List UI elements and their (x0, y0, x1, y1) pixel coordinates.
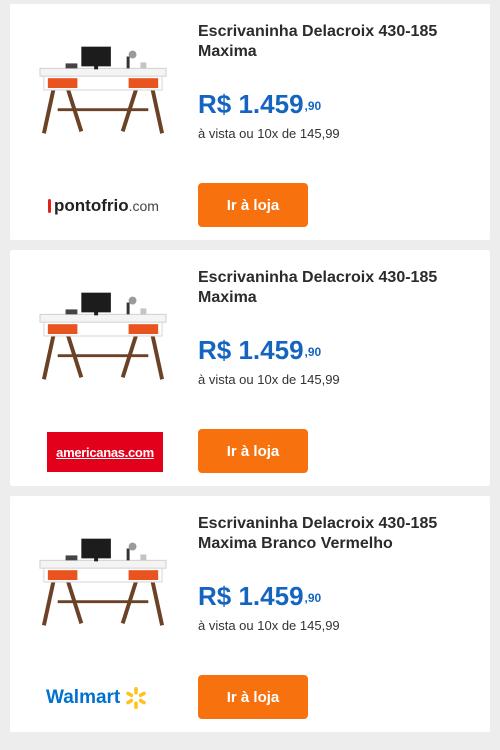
offer-card-walmart: Escrivaninha Delacroix 430-185 Maxima Br… (10, 496, 490, 732)
installments-text: à vista ou 10x de 145,99 (198, 372, 340, 387)
offer-card-pontofrio: Escrivaninha Delacroix 430-185 Maxima R$… (10, 4, 490, 240)
pontofrio-mark-icon (48, 199, 51, 213)
product-price: R$ 1.459,90 (198, 581, 321, 611)
price-cents: ,90 (304, 99, 322, 113)
desk-product-image (38, 290, 168, 382)
pontofrio-logo-text: pontofrio (54, 196, 129, 215)
product-title: Escrivaninha Delacroix 430-185 Maxima (198, 23, 438, 60)
go-to-store-button[interactable]: Ir à loja (198, 675, 308, 719)
go-to-store-button[interactable]: Ir à loja (198, 429, 308, 473)
product-title: Escrivaninha Delacroix 430-185 Maxima Br… (198, 515, 438, 552)
desk-product-image (38, 536, 168, 628)
price-main: R$ 1.459 (198, 335, 304, 365)
product-title: Escrivaninha Delacroix 430-185 Maxima (198, 269, 438, 306)
price-main: R$ 1.459 (198, 89, 304, 119)
price-cents: ,90 (304, 345, 322, 359)
americanas-logo-text: americanas.com (56, 444, 154, 460)
price-cents: ,90 (304, 591, 322, 605)
product-price: R$ 1.459,90 (198, 335, 321, 365)
americanas-logo: americanas.com (47, 432, 163, 472)
price-main: R$ 1.459 (198, 581, 304, 611)
installments-text: à vista ou 10x de 145,99 (198, 618, 340, 633)
offer-card-americanas: Escrivaninha Delacroix 430-185 Maxima R$… (10, 250, 490, 486)
desk-product-image (38, 44, 168, 136)
walmart-logo: Walmart (46, 686, 148, 710)
walmart-spark-icon (126, 687, 147, 709)
pontofrio-logo-suffix: .com (128, 198, 159, 214)
pontofrio-logo: pontofrio .com (48, 196, 159, 216)
go-to-store-button[interactable]: Ir à loja (198, 183, 308, 227)
product-price: R$ 1.459,90 (198, 89, 321, 119)
installments-text: à vista ou 10x de 145,99 (198, 126, 340, 141)
walmart-logo-text: Walmart (46, 687, 121, 708)
